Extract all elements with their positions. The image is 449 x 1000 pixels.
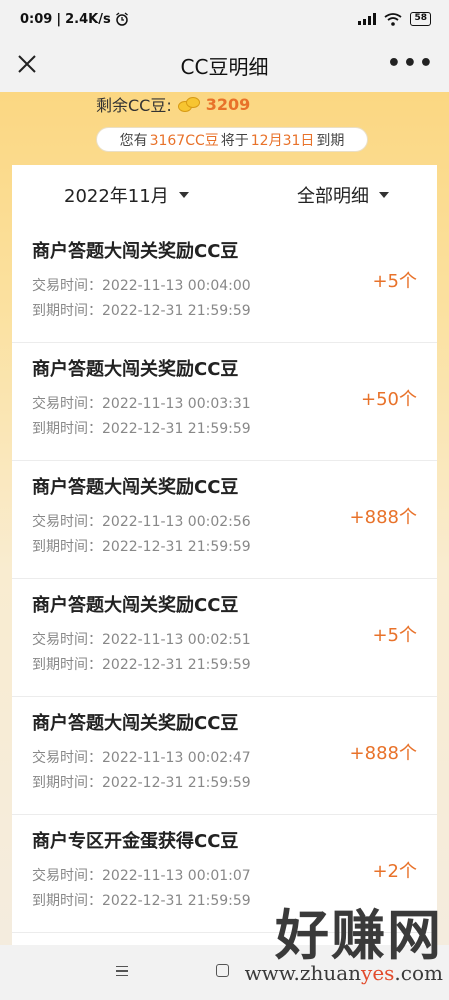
record-title: 商户答题大闯关奖励CC豆 (32, 595, 239, 616)
expiry-suffix: 到期 (316, 132, 345, 149)
remaining-balance: 剩余CC豆: 3209 (96, 92, 250, 116)
status-time: 0:09 (20, 11, 53, 27)
record-expire: 到期时间：2022-12-31 21:59:59 (32, 775, 251, 791)
remaining-value: 3209 (205, 94, 251, 114)
wifi-icon (384, 12, 403, 26)
battery-icon: 58 (410, 12, 431, 26)
list-item: 商户答题大闯关奖励CC豆 交易时间：2022-11-13 00:02:56 到期… (12, 461, 437, 579)
status-bar: 0:09 | 2.4K/s 58 (0, 0, 449, 38)
record-expire: 到期时间：2022-12-31 21:59:59 (32, 303, 251, 319)
records-card: 2022年11月 全部明细 商户答题大闯关奖励CC豆 交易时间：2022-11-… (12, 165, 437, 955)
page-title: CC豆明细 (180, 54, 269, 79)
chevron-down-icon (178, 192, 189, 198)
signal-icon (358, 13, 377, 25)
expiry-prefix: 您有 (119, 132, 148, 149)
chevron-down-icon (379, 192, 389, 198)
record-amount: +5个 (372, 271, 417, 292)
record-title: 商户答题大闯关奖励CC豆 (32, 241, 239, 262)
month-filter-label: 2022年11月 (64, 186, 169, 207)
record-time: 交易时间：2022-11-13 00:02:51 (32, 632, 251, 648)
record-title: 商户答题大闯关奖励CC豆 (32, 713, 239, 734)
record-expire: 到期时间：2022-12-31 21:59:59 (32, 539, 251, 555)
expiry-amount: 3167CC豆 (149, 132, 219, 149)
remaining-label: 剩余CC豆: (96, 96, 172, 115)
record-time: 交易时间：2022-11-13 00:02:47 (32, 750, 251, 766)
watermark-domain-c: .com (394, 961, 443, 985)
watermark: 好赚网 www.zhuanyes.com (245, 905, 443, 985)
close-icon[interactable] (14, 51, 40, 77)
record-expire: 到期时间：2022-12-31 21:59:59 (32, 657, 251, 673)
status-right: 58 (358, 12, 431, 26)
record-expire: 到期时间：2022-12-31 21:59:59 (32, 893, 251, 909)
menu-icon[interactable] (116, 966, 128, 976)
nav-bar: CC豆明细 ••• (0, 38, 449, 92)
record-time: 交易时间：2022-11-13 00:03:31 (32, 396, 251, 412)
home-icon[interactable] (216, 964, 229, 977)
record-amount: +888个 (349, 507, 417, 528)
watermark-brand: 好赚网 (275, 903, 443, 967)
record-title: 商户专区开金蛋获得CC豆 (32, 831, 239, 852)
record-title: 商户答题大闯关奖励CC豆 (32, 359, 239, 380)
record-time: 交易时间：2022-11-13 00:02:56 (32, 514, 251, 530)
expiry-middle: 将于 (220, 132, 249, 149)
status-separator: | (56, 11, 62, 27)
record-time: 交易时间：2022-11-13 00:04:00 (32, 278, 251, 294)
record-amount: +2个 (372, 861, 417, 882)
record-amount: +5个 (372, 625, 417, 646)
watermark-domain: www.zhuanyes.com (245, 961, 443, 985)
record-amount: +50个 (361, 389, 417, 410)
type-filter[interactable]: 全部明细 (297, 182, 389, 208)
bean-icon (177, 97, 200, 112)
record-expire: 到期时间：2022-12-31 21:59:59 (32, 421, 251, 437)
watermark-domain-a: www.zhuan (244, 961, 362, 985)
network-speed: 2.4K/s (65, 11, 111, 27)
status-left: 0:09 | 2.4K/s (20, 12, 129, 27)
alarm-icon (115, 12, 128, 26)
record-time: 交易时间：2022-11-13 00:01:07 (32, 868, 251, 884)
list-item: 商户答题大闯关奖励CC豆 交易时间：2022-11-13 00:04:00 到期… (12, 225, 437, 343)
more-icon[interactable]: ••• (387, 53, 435, 75)
watermark-domain-b: yes (361, 961, 395, 985)
expiry-notice: 您有 3167CC豆 将于 12月31日 到期 (96, 127, 368, 152)
list-item: 商户答题大闯关奖励CC豆 交易时间：2022-11-13 00:03:31 到期… (12, 343, 437, 461)
list-item: 商户答题大闯关奖励CC豆 交易时间：2022-11-13 00:02:47 到期… (12, 697, 437, 815)
filter-bar: 2022年11月 全部明细 (12, 165, 437, 225)
record-title: 商户答题大闯关奖励CC豆 (32, 477, 239, 498)
record-amount: +888个 (349, 743, 417, 764)
list-item: 商户答题大闯关奖励CC豆 交易时间：2022-11-13 00:02:51 到期… (12, 579, 437, 697)
month-filter[interactable]: 2022年11月 (64, 182, 189, 208)
type-filter-label: 全部明细 (297, 186, 369, 207)
expiry-date: 12月31日 (250, 132, 315, 149)
